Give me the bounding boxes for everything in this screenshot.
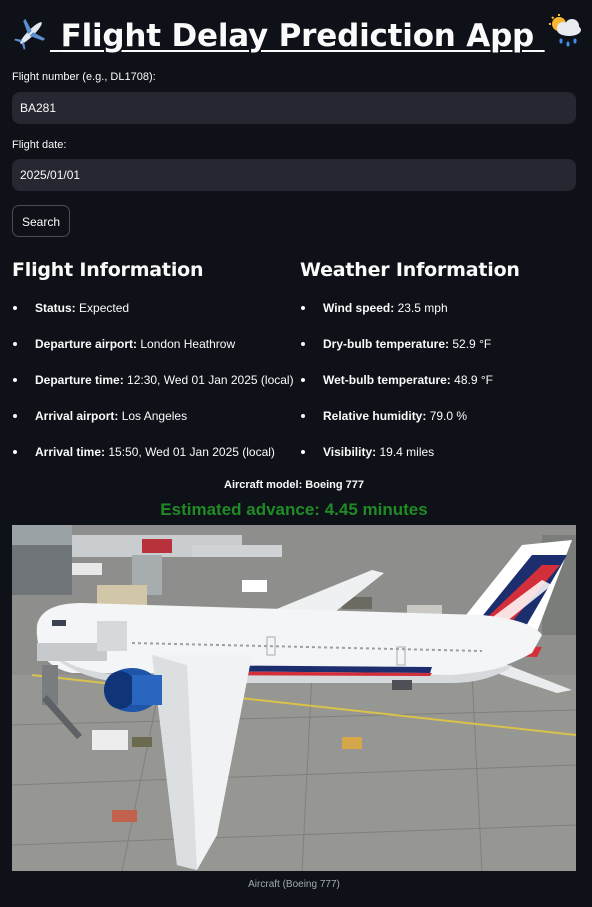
list-item: Wind speed: 23.5 mph bbox=[300, 294, 493, 330]
item-value: Los Angeles bbox=[121, 409, 188, 423]
bullet bbox=[301, 378, 305, 382]
item-value: Expected bbox=[79, 301, 130, 315]
search-button[interactable]: Search bbox=[12, 205, 70, 237]
bullet bbox=[13, 306, 17, 310]
list-item: Wet-bulb temperature: 48.9 °F bbox=[300, 366, 493, 402]
weather-info-list: Wind speed: 23.5 mph Dry-bulb temperatur… bbox=[300, 294, 493, 474]
item-label: Dry-bulb temperature: bbox=[323, 337, 450, 351]
airplane-icon bbox=[12, 12, 50, 60]
page-title: Flight Delay Prediction App bbox=[12, 12, 582, 60]
bullet bbox=[13, 342, 17, 346]
item-value: 48.9 °F bbox=[454, 373, 493, 387]
item-value: 79.0 % bbox=[429, 409, 468, 423]
item-value: London Heathrow bbox=[140, 337, 236, 351]
bullet bbox=[13, 414, 17, 418]
item-label: Departure airport: bbox=[35, 337, 138, 351]
flight-info-list: Status: Expected Departure airport: Lond… bbox=[12, 294, 294, 474]
bullet bbox=[13, 378, 17, 382]
item-label: Relative humidity: bbox=[323, 409, 427, 423]
page-title-text: Flight Delay Prediction App bbox=[60, 18, 535, 54]
bullet bbox=[301, 342, 305, 346]
flight-date-input[interactable] bbox=[12, 159, 576, 191]
item-label: Visibility: bbox=[323, 445, 377, 459]
aircraft-illustration bbox=[12, 525, 576, 871]
sun-behind-rain-cloud-icon bbox=[545, 12, 585, 60]
flight-info-title: Flight Information bbox=[12, 259, 204, 281]
item-value: 23.5 mph bbox=[397, 301, 448, 315]
list-item: Dry-bulb temperature: 52.9 °F bbox=[300, 330, 493, 366]
list-item: Arrival time: 15:50, Wed 01 Jan 2025 (lo… bbox=[12, 438, 294, 474]
photo-caption: Aircraft (Boeing 777) bbox=[248, 879, 340, 890]
aircraft-model-text: Aircraft model: Boeing 777 bbox=[224, 479, 364, 491]
item-value: 52.9 °F bbox=[452, 337, 492, 351]
item-label: Arrival airport: bbox=[35, 409, 119, 423]
estimate-text: Estimated advance: 4.45 minutes bbox=[160, 500, 428, 519]
list-item: Departure airport: London Heathrow bbox=[12, 330, 294, 366]
bullet bbox=[301, 306, 305, 310]
item-label: Arrival time: bbox=[35, 445, 106, 459]
list-item: Relative humidity: 79.0 % bbox=[300, 402, 493, 438]
aircraft-photo bbox=[12, 525, 576, 871]
item-label: Status: bbox=[35, 301, 76, 315]
item-value: 15:50, Wed 01 Jan 2025 (local) bbox=[108, 445, 275, 459]
list-item: Status: Expected bbox=[12, 294, 294, 330]
flight-number-label: Flight number (e.g., DL1708): bbox=[12, 71, 156, 83]
item-label: Wet-bulb temperature: bbox=[323, 373, 451, 387]
weather-info-title: Weather Information bbox=[300, 259, 520, 281]
bullet bbox=[13, 450, 17, 454]
bullet bbox=[301, 450, 305, 454]
flight-number-input[interactable] bbox=[12, 92, 576, 124]
item-value: 12:30, Wed 01 Jan 2025 (local) bbox=[127, 373, 294, 387]
item-value: 19.4 miles bbox=[379, 445, 435, 459]
item-label: Departure time: bbox=[35, 373, 124, 387]
item-label: Wind speed: bbox=[323, 301, 395, 315]
flight-date-label: Flight date: bbox=[12, 139, 67, 151]
list-item: Visibility: 19.4 miles bbox=[300, 438, 493, 474]
bullet bbox=[301, 414, 305, 418]
list-item: Arrival airport: Los Angeles bbox=[12, 402, 294, 438]
list-item: Departure time: 12:30, Wed 01 Jan 2025 (… bbox=[12, 366, 294, 402]
